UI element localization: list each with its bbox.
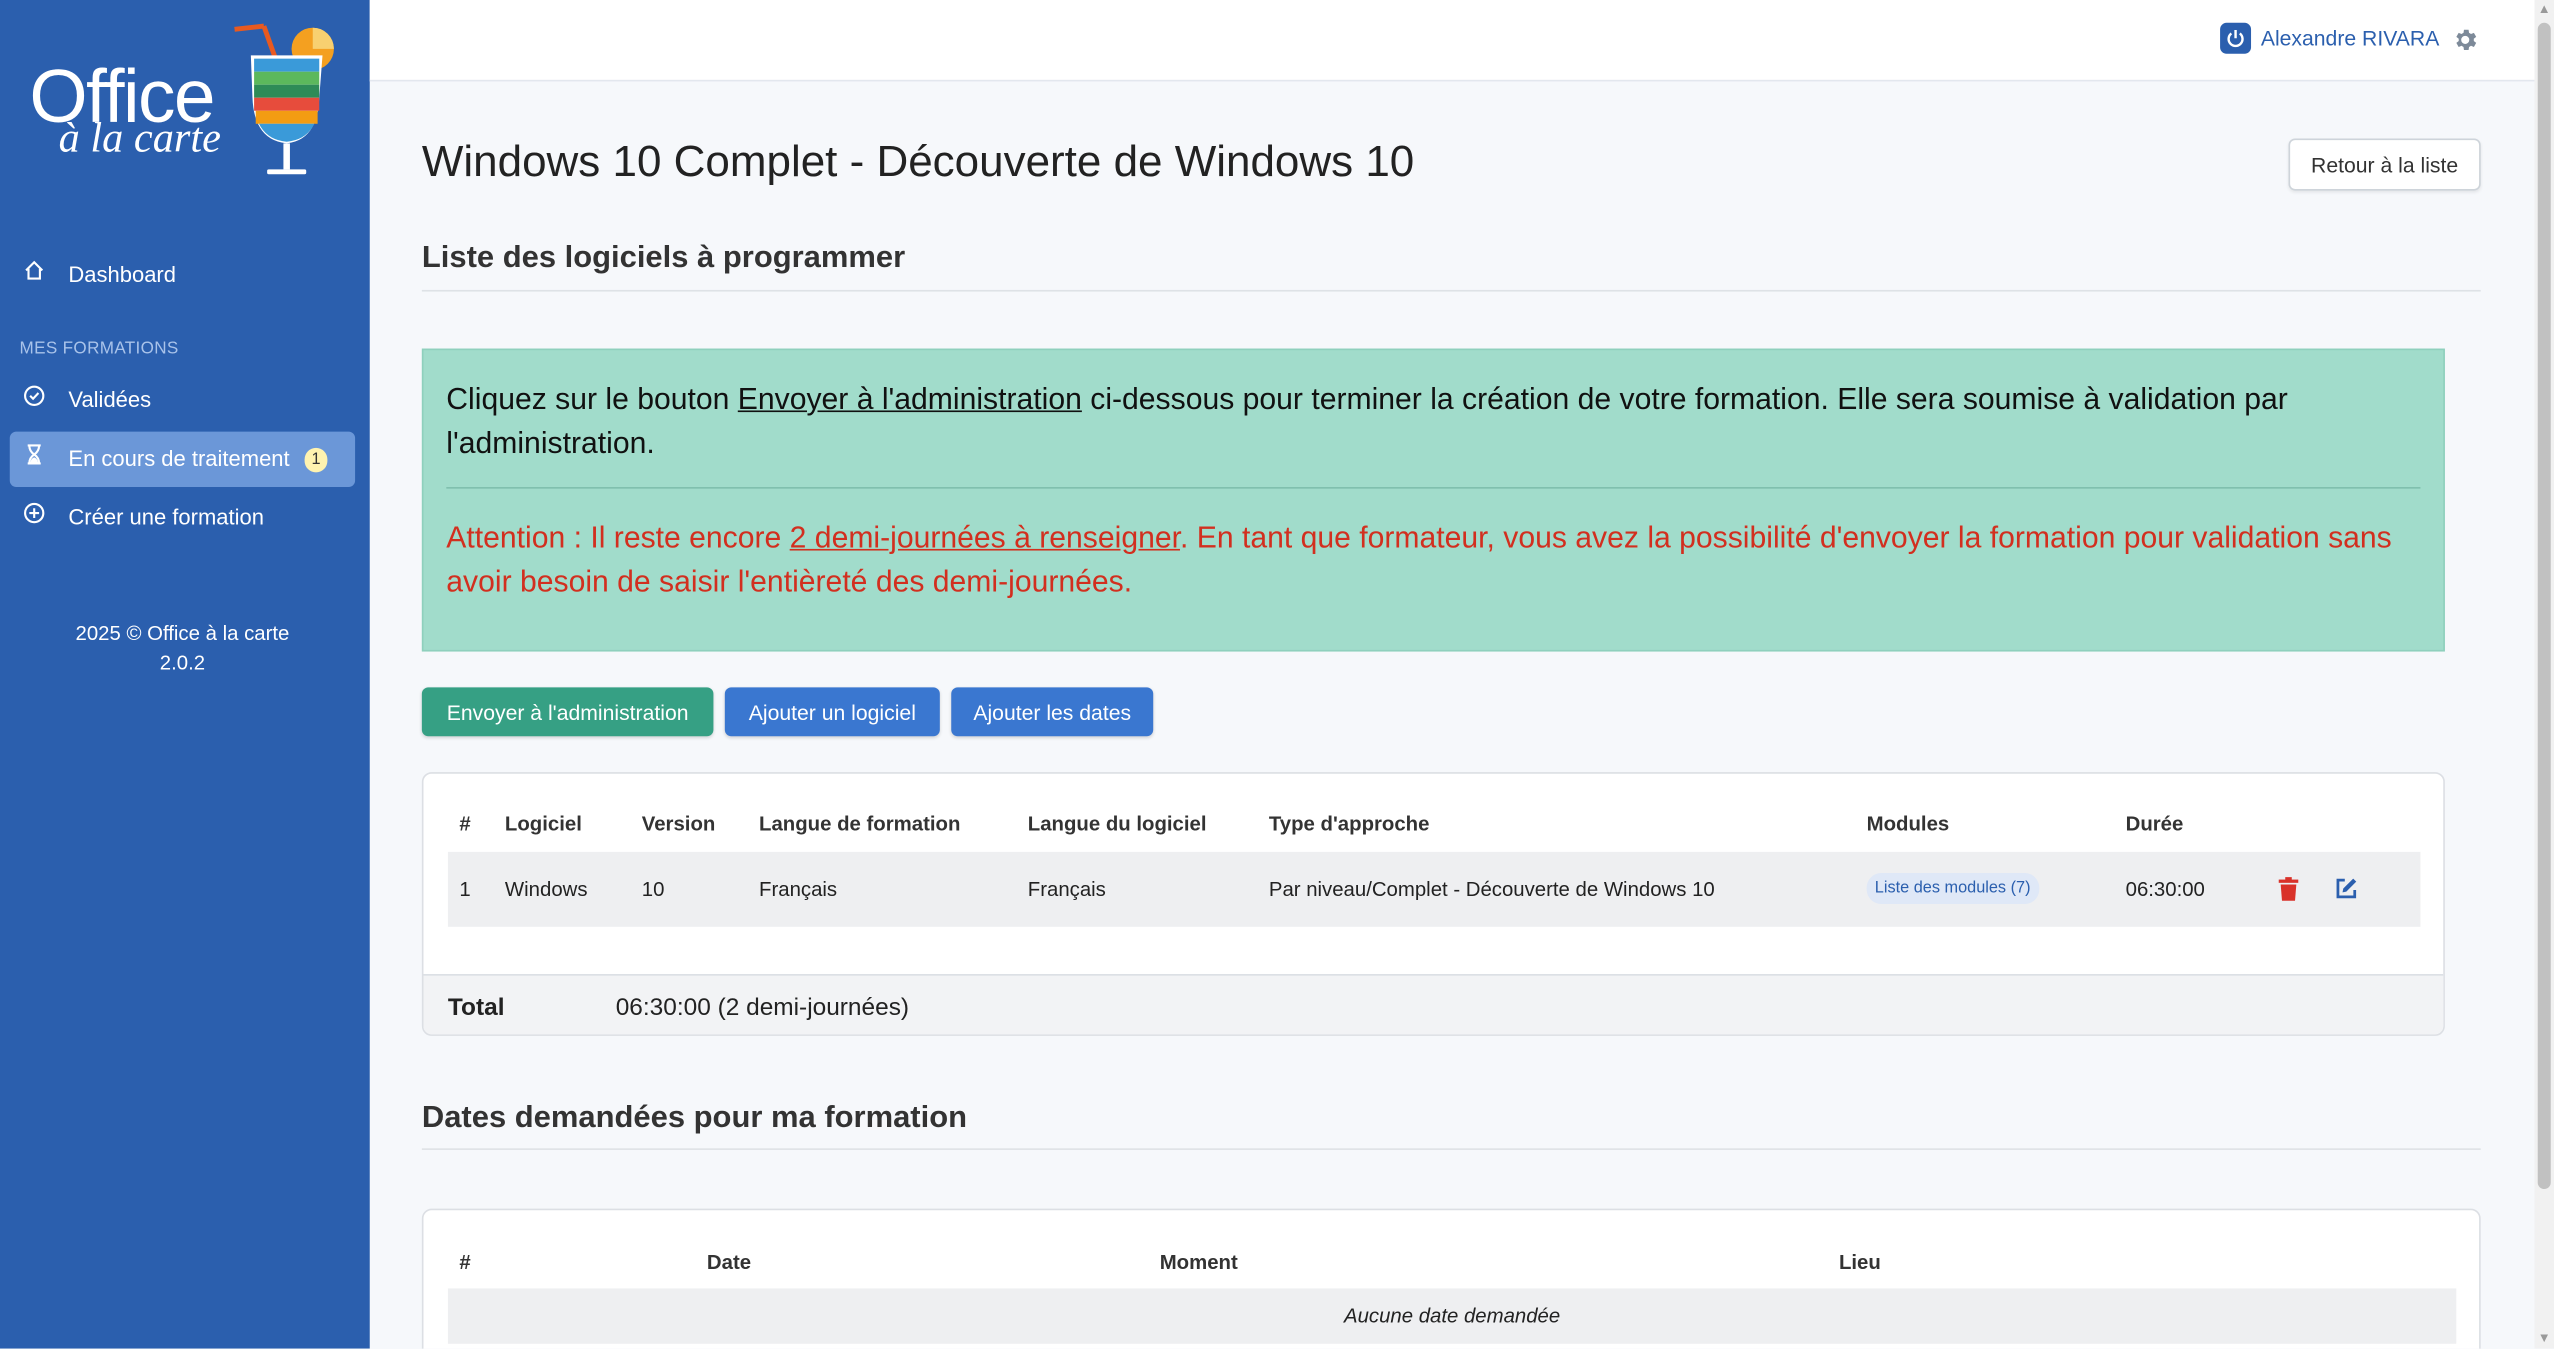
scroll-up-arrow-icon[interactable]: ▲ <box>2538 2 2551 16</box>
user-menu[interactable]: Alexandre RIVARA <box>2220 22 2440 54</box>
software-section-title: Liste des logiciels à programmer <box>421 241 906 276</box>
divider <box>421 1148 2481 1150</box>
column-header: Version <box>641 812 716 836</box>
copyright: 2025 © Office à la carte <box>75 622 290 646</box>
column-header: Lieu <box>1838 1250 1881 1274</box>
dates-section-title: Dates demandées pour ma formation <box>421 1101 968 1136</box>
sidebar-item-label: Dashboard <box>68 262 176 287</box>
back-to-list-button[interactable]: Retour à la liste <box>2288 138 2481 191</box>
logo-text-carte: à la carte <box>58 114 221 162</box>
alert-text: Cliquez sur le bouton <box>446 381 738 416</box>
edit-icon[interactable] <box>2334 876 2358 900</box>
column-header: Moment <box>1159 1250 1238 1274</box>
warning-text: Attention : Il reste encore <box>446 519 790 554</box>
send-to-admin-button[interactable]: Envoyer à l'administration <box>421 687 714 737</box>
cell-version: 10 <box>641 877 665 901</box>
divider <box>421 289 2481 292</box>
column-header: Modules <box>1866 812 1950 836</box>
cell-training-lang: Français <box>759 877 838 901</box>
dates-table-card: # Date Moment Lieu Aucune date demandée <box>421 1208 2481 1349</box>
alert-divider <box>446 487 2421 489</box>
info-alert: Cliquez sur le bouton Envoyer à l'admini… <box>421 348 2445 652</box>
total-value: 06:30:00 (2 demi-journées) <box>615 993 910 1022</box>
cell-duration: 06:30:00 <box>2125 877 2205 901</box>
cell-approach: Par niveau/Complet - Découverte de Windo… <box>1268 877 1715 901</box>
total-label: Total <box>447 993 505 1022</box>
gear-icon[interactable] <box>2451 26 2479 54</box>
modules-list-badge[interactable]: Liste des modules (7) <box>1866 873 2039 905</box>
total-row: Total 06:30:00 (2 demi-journées) <box>423 974 2444 1035</box>
column-header: Logiciel <box>504 812 582 836</box>
hourglass-icon <box>27 444 41 465</box>
sidebar-item-label: Créer une formation <box>68 504 264 530</box>
plus-circle-icon <box>24 502 45 524</box>
sidebar-item-creer[interactable]: Créer une formation <box>10 490 355 545</box>
home-icon <box>25 260 44 280</box>
brand-logo[interactable]: Office à la carte <box>26 20 352 183</box>
column-header: Langue du logiciel <box>1027 812 1207 836</box>
count-badge: 1 <box>304 447 328 473</box>
column-header: Type d'approche <box>1268 812 1430 836</box>
user-name: Alexandre RIVARA <box>2260 26 2440 51</box>
trash-icon[interactable] <box>2277 876 2300 902</box>
column-header: # <box>459 1250 471 1274</box>
topbar: Alexandre RIVARA <box>369 0 2535 82</box>
cell-num: 1 <box>459 877 471 901</box>
add-software-button[interactable]: Ajouter un logiciel <box>724 687 940 737</box>
sidebar: Office à la carte Dashboard MES FORMATIO… <box>0 0 370 1349</box>
column-header: Date <box>706 1250 752 1274</box>
add-dates-button[interactable]: Ajouter les dates <box>951 687 1154 737</box>
sidebar-footer: 2025 © Office à la carte 2.0.2 <box>0 619 365 678</box>
alert-message: Cliquez sur le bouton Envoyer à l'admini… <box>446 376 2420 464</box>
sidebar-section-title: MES FORMATIONS <box>19 338 179 359</box>
alert-warning: Attention : Il reste encore 2 demi-journ… <box>446 515 2420 603</box>
software-table-card: # Logiciel Version Langue de formation L… <box>421 772 2445 1036</box>
check-circle-icon <box>24 385 45 406</box>
column-header: Langue de formation <box>759 812 961 836</box>
sidebar-item-validees[interactable]: Validées <box>10 373 355 428</box>
cocktail-glass-icon <box>234 23 334 175</box>
scroll-down-arrow-icon[interactable]: ▼ <box>2538 1332 2551 1345</box>
sidebar-item-en-cours[interactable]: En cours de traitement 1 <box>9 431 356 488</box>
scroll-thumb[interactable] <box>2537 22 2551 1190</box>
cell-software: Windows <box>504 877 588 901</box>
column-header: Durée <box>2125 812 2184 836</box>
version: 2.0.2 <box>159 651 206 675</box>
empty-dates-message: Aucune date demandée <box>447 1288 2457 1344</box>
column-header: # <box>459 812 471 836</box>
cell-software-lang: Français <box>1027 877 1106 901</box>
vertical-scrollbar[interactable]: ▲ ▼ <box>2534 0 2554 1349</box>
power-icon <box>2220 22 2252 54</box>
sidebar-item-label: En cours de traitement <box>68 446 290 471</box>
page-title: Windows 10 Complet - Découverte de Windo… <box>421 136 1415 186</box>
sidebar-item-label: Validées <box>68 387 152 413</box>
warning-link-half-days: 2 demi-journées à renseigner <box>789 519 1180 554</box>
table-row: 1 Windows 10 Français Français Par nivea… <box>447 851 2421 927</box>
alert-link-send: Envoyer à l'administration <box>737 381 1082 416</box>
sidebar-item-dashboard[interactable]: Dashboard <box>10 248 355 303</box>
